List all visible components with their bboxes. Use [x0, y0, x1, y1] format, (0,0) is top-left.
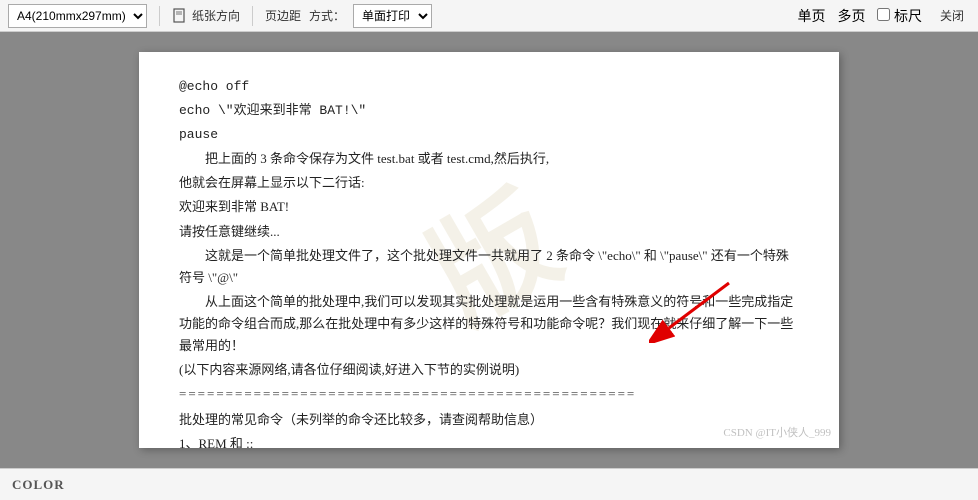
close-button[interactable]: 关闭 [934, 5, 970, 26]
method-select[interactable]: 单面打印 [353, 4, 432, 28]
ruler-label: 标尺 [877, 6, 922, 26]
orientation-label: 纸张方向 [192, 7, 240, 24]
toolbar: A4(210mmx297mm) 纸张方向 页边距 方式： 单面打印 单页 多页 … [0, 0, 978, 32]
ruler-checkbox[interactable] [877, 8, 890, 21]
content-line-press: 请按任意键继续... [179, 221, 799, 243]
paper-size-select[interactable]: A4(210mmx297mm) [8, 4, 147, 28]
status-color-label: COLOR [12, 477, 65, 493]
separator-1 [159, 6, 160, 26]
list-item-1: 1、REM 和 :: [179, 433, 799, 448]
method-label: 方式： [309, 7, 345, 24]
logo-watermark: CSDN @IT小侠人_999 [723, 424, 831, 440]
content-section-title: 批处理的常见命令（未列举的命令还比较多，请查阅帮助信息） [179, 409, 799, 431]
separator-2 [252, 6, 253, 26]
content-separator: ========================================… [179, 383, 799, 405]
content-line-echooff: @echo off [179, 76, 799, 98]
content-line-save: 把上面的 3 条命令保存为文件 test.bat 或者 test.cmd,然后执… [179, 148, 799, 170]
margin-label: 页边距 [265, 7, 301, 24]
page-area: 版 @echo off echo \"欢迎来到非常 BAT!\" pause 把… [0, 32, 978, 468]
multi-page-label: 多页 [837, 6, 865, 26]
page-content: @echo off echo \"欢迎来到非常 BAT!\" pause 把上面… [179, 76, 799, 448]
statusbar: COLOR [0, 468, 978, 500]
content-line-echowelcome: echo \"欢迎来到非常 BAT!\" [179, 100, 799, 122]
margin-item: 页边距 [265, 7, 301, 24]
content-line-pause: pause [179, 124, 799, 146]
content-line-welcome: 欢迎来到非常 BAT! [179, 196, 799, 218]
method-item: 方式： [309, 7, 345, 24]
content-note: (以下内容来源网络,请各位仔细阅读,好进入下节的实例说明) [179, 359, 799, 381]
document-page: 版 @echo off echo \"欢迎来到非常 BAT!\" pause 把… [139, 52, 839, 448]
toolbar-right: 单页 多页 标尺 关闭 [797, 5, 970, 26]
content-line-display: 他就会在屏幕上显示以下二行话: [179, 172, 799, 194]
orientation-item: 纸张方向 [172, 7, 240, 24]
red-arrow [649, 273, 739, 348]
orientation-icon [172, 8, 188, 24]
single-page-label: 单页 [797, 6, 825, 26]
